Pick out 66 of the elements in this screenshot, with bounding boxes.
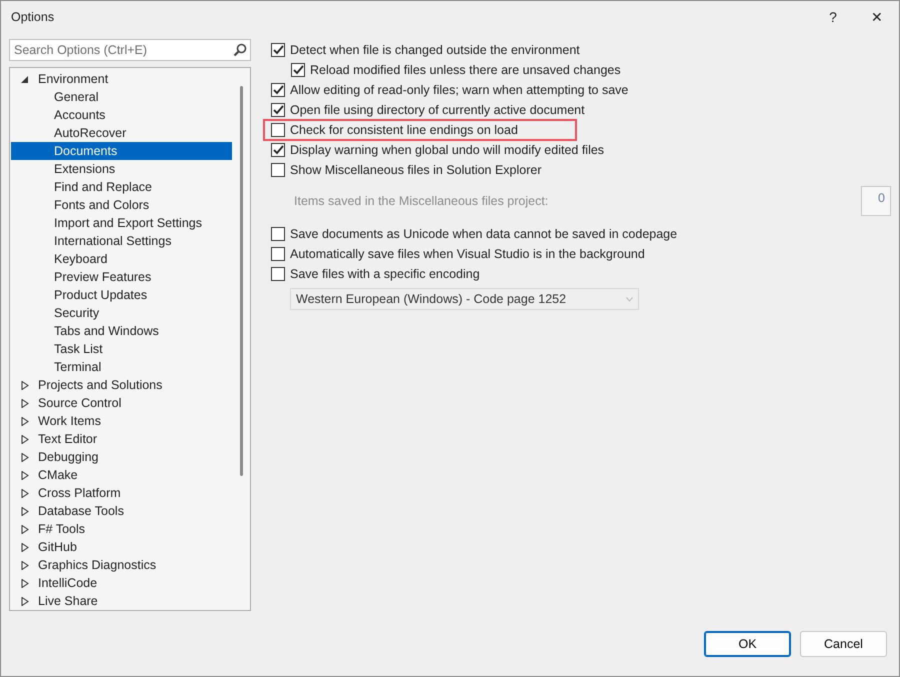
close-button[interactable]: ✕	[855, 1, 899, 33]
checkbox-label: Open file using directory of currently active document	[290, 103, 585, 117]
tree-item[interactable]: Import and Export Settings	[11, 214, 232, 232]
checkbox[interactable]	[271, 43, 285, 57]
tree-item[interactable]: General	[11, 88, 232, 106]
tree-item[interactable]: Cross Platform	[11, 484, 232, 502]
tree-item[interactable]: Live Share	[11, 592, 232, 610]
checkmark-icon	[272, 145, 284, 155]
tree-item[interactable]: Environment	[11, 70, 232, 88]
checkbox[interactable]	[271, 163, 285, 177]
search-icon	[233, 43, 247, 57]
tree-item[interactable]: AutoRecover	[11, 124, 232, 142]
tree-item[interactable]: Extensions	[11, 160, 232, 178]
ok-button[interactable]: OK	[704, 631, 791, 657]
tree-item[interactable]: International Settings	[11, 232, 232, 250]
checkbox[interactable]	[271, 83, 285, 97]
search-field[interactable]: Search Options (Ctrl+E)	[9, 39, 251, 61]
checkbox[interactable]	[271, 103, 285, 117]
tree-item[interactable]: F# Tools	[11, 520, 232, 538]
checkbox-label: Display warning when global undo will modify edited files	[290, 143, 604, 157]
tree-item[interactable]: Projects and Solutions	[11, 376, 232, 394]
tree-item[interactable]: Security	[11, 304, 232, 322]
tree-item[interactable]: Keyboard	[11, 250, 232, 268]
tree-item[interactable]: Work Items	[11, 412, 232, 430]
checkmark-icon	[272, 85, 284, 95]
checkbox-label: Save files with a specific encoding	[290, 267, 480, 281]
checkbox-label: Check for consistent line endings on load	[290, 123, 518, 137]
checkbox[interactable]	[271, 227, 285, 241]
tree-item[interactable]: Accounts	[11, 106, 232, 124]
cancel-button[interactable]: Cancel	[800, 631, 887, 657]
chevron-down-icon	[626, 296, 633, 302]
tree-item[interactable]: Tabs and Windows	[11, 322, 232, 340]
tree-item[interactable]: Terminal	[11, 358, 232, 376]
scrollbar-thumb[interactable]	[240, 86, 242, 476]
tree-item[interactable]: IntelliCode	[11, 574, 232, 592]
field-label: Items saved in the Miscellaneous files project:	[294, 194, 548, 208]
checkbox-label: Allow editing of read-only files; warn when attempting to save	[290, 83, 628, 97]
tree-item[interactable]: CMake	[11, 466, 232, 484]
tree-item[interactable]: Product Updates	[11, 286, 232, 304]
tree-item[interactable]: Source Control	[11, 394, 232, 412]
tree-item[interactable]: Debugging	[11, 448, 232, 466]
tree-item[interactable]: Graphics Diagnostics	[11, 556, 232, 574]
checkbox[interactable]	[291, 63, 305, 77]
tree-item[interactable]: Text Editor	[11, 430, 232, 448]
tree-item[interactable]: Find and Replace	[11, 178, 232, 196]
collapse-triangle-icon[interactable]	[21, 74, 29, 84]
checkmark-icon	[272, 105, 284, 115]
tree-item[interactable]: GitHub	[11, 538, 232, 556]
checkbox-label: Automatically save files when Visual Studio is in the background	[290, 247, 645, 261]
checkbox-label: Detect when file is changed outside the environment	[290, 43, 580, 57]
checkbox[interactable]	[271, 143, 285, 157]
checkbox-label: Show Miscellaneous files in Solution Explorer	[290, 163, 542, 177]
tree-item[interactable]: Fonts and Colors	[11, 196, 232, 214]
tree-item[interactable]: Documents	[11, 142, 232, 160]
tree-item[interactable]: Database Tools	[11, 502, 232, 520]
checkbox-label: Reload modified files unless there are unsaved changes	[310, 63, 621, 77]
checkmark-icon	[292, 65, 304, 75]
checkbox[interactable]	[271, 123, 285, 137]
checkmark-icon	[272, 45, 284, 55]
checkbox[interactable]	[271, 247, 285, 261]
window-title: Options	[11, 10, 56, 24]
tree-item[interactable]: Task List	[11, 340, 232, 358]
checkbox[interactable]	[271, 267, 285, 281]
help-button[interactable]: ?	[811, 1, 855, 33]
tree-item[interactable]: Preview Features	[11, 268, 232, 286]
checkbox-label: Save documents as Unicode when data cannot be saved in codepage	[290, 227, 678, 241]
